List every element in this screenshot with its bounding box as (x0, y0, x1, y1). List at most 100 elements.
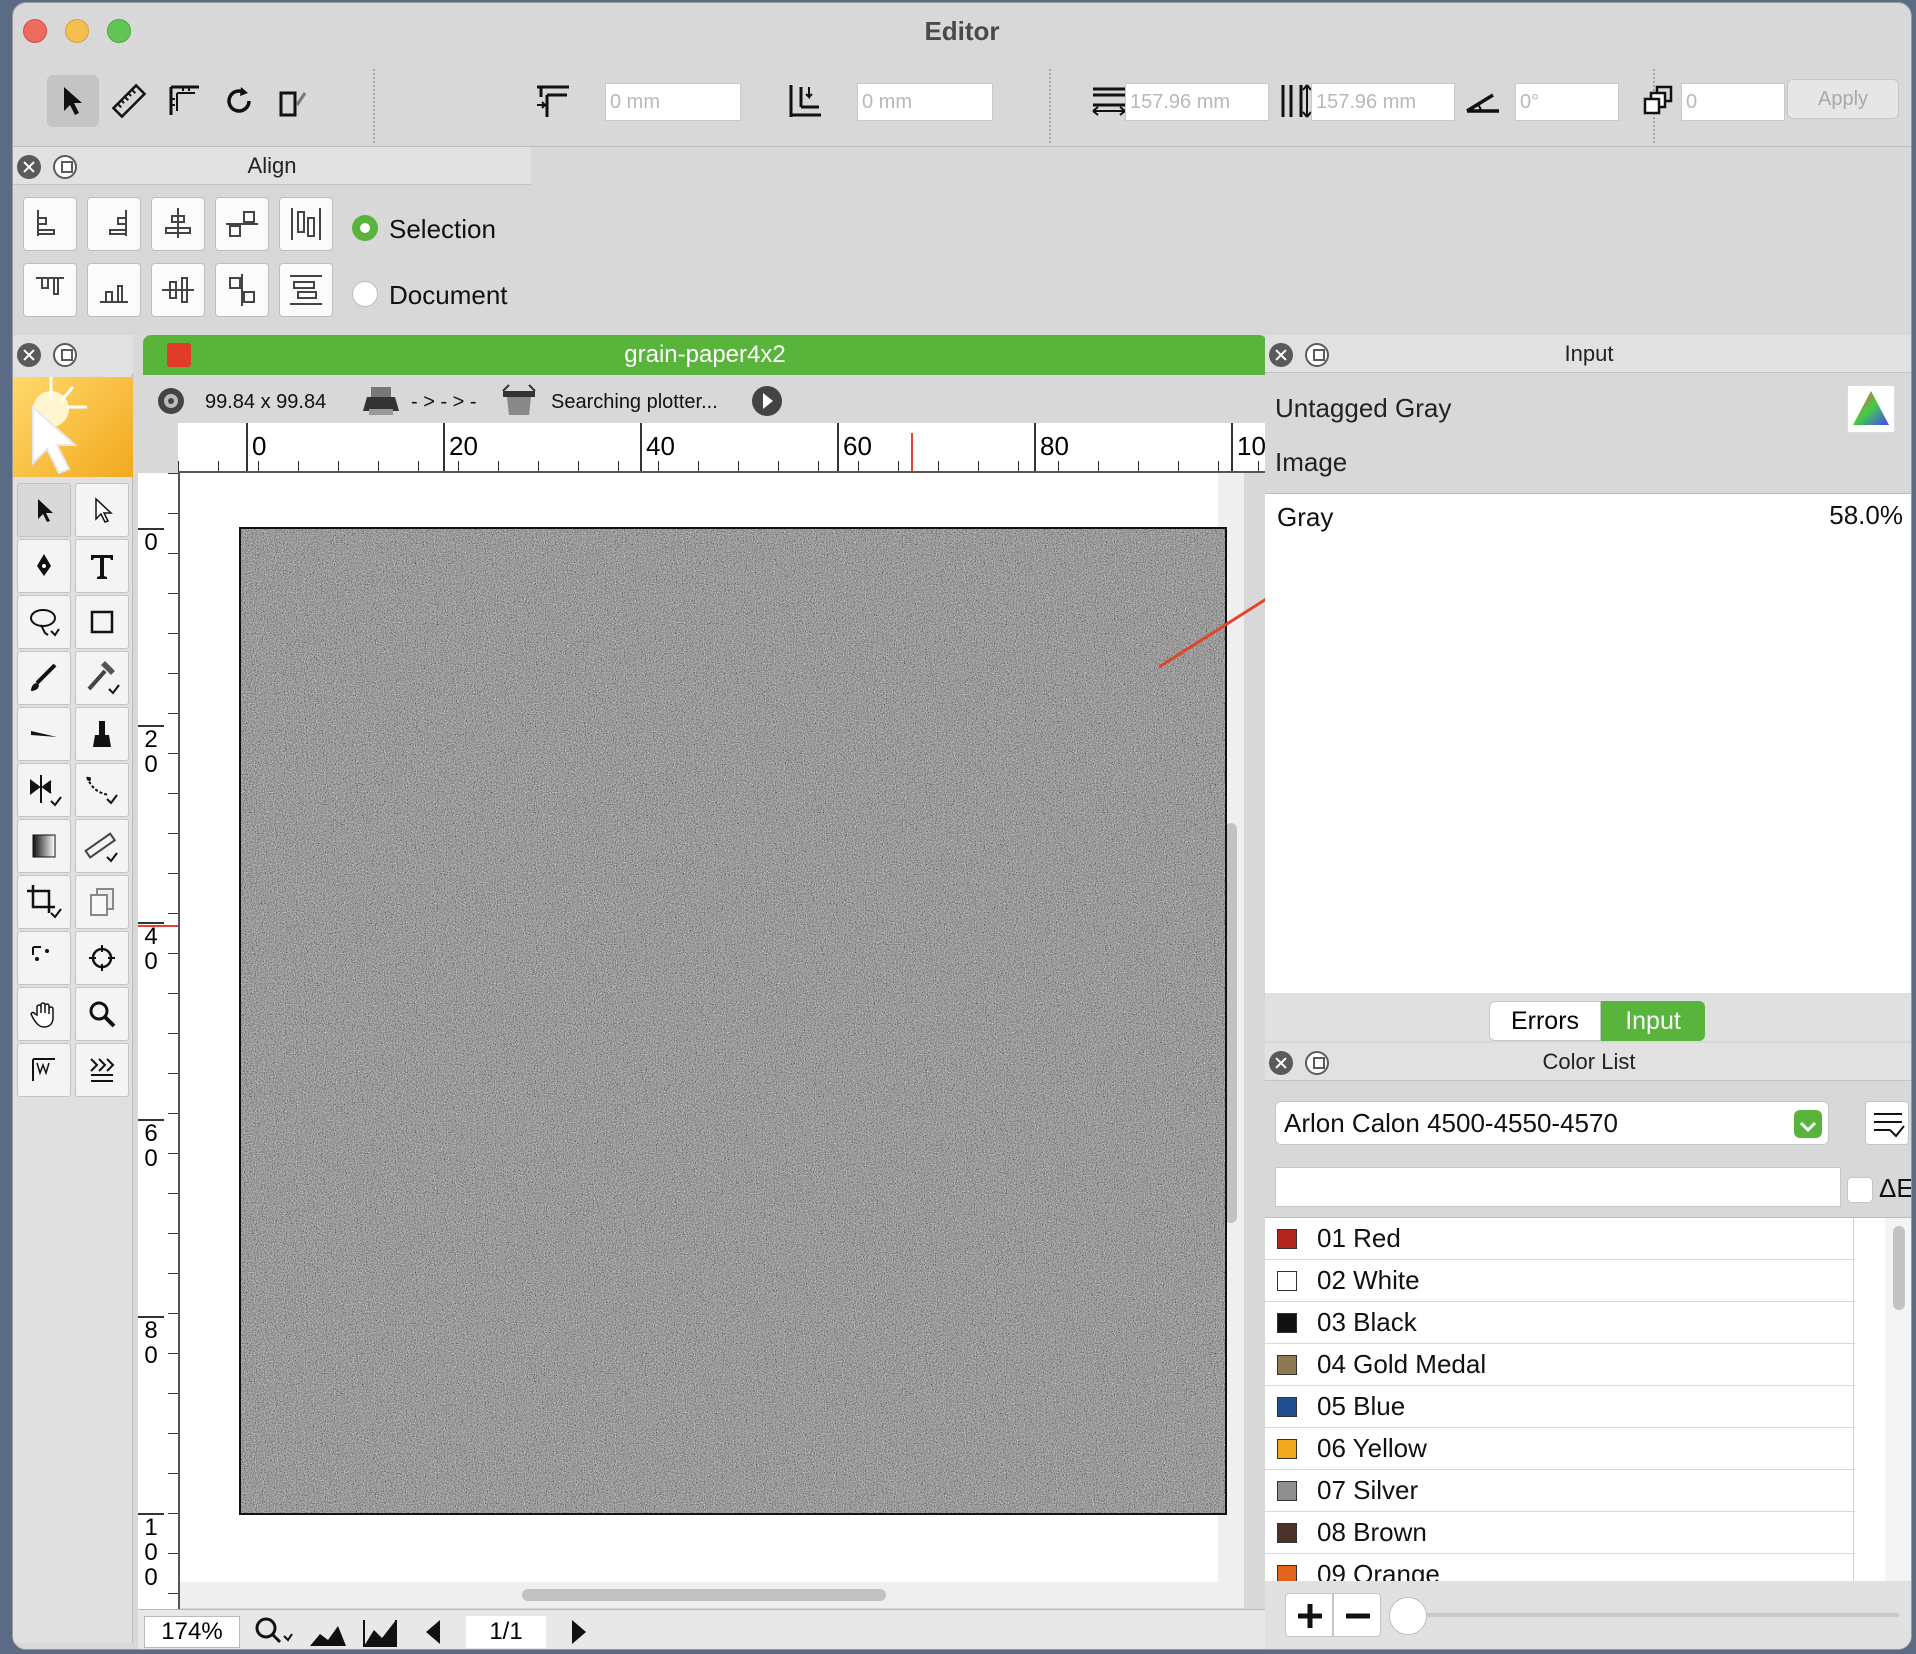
apply-button[interactable]: Apply (1787, 79, 1899, 119)
color-list-scrollbar[interactable] (1885, 1218, 1911, 1581)
height-field[interactable]: 157.96 mm (1311, 83, 1455, 121)
cursor-position-marker (911, 433, 913, 471)
color-item-label: 05 Blue (1317, 1391, 1406, 1421)
grain-image[interactable] (239, 527, 1227, 1515)
color-list-scroll-thumb[interactable] (1893, 1226, 1905, 1310)
chevron-right-icon (572, 1620, 586, 1644)
distribute-vertical-button[interactable] (215, 263, 269, 317)
tab-input[interactable]: Input (1601, 1001, 1705, 1041)
minimize-window-button[interactable] (65, 19, 89, 43)
color-item-04-gold-medal[interactable]: 04 Gold Medal (1265, 1344, 1855, 1386)
add-color-button[interactable] (1285, 1593, 1333, 1637)
hammer-tool[interactable] (75, 651, 129, 705)
fit-width-button[interactable] (306, 1614, 350, 1649)
input-panel-header: Input (1265, 335, 1911, 373)
arrow-pointer-icon (38, 499, 53, 522)
duplicate-tool[interactable] (75, 875, 129, 929)
close-panel-icon[interactable] (17, 343, 41, 367)
copies-field[interactable]: 0 (1681, 83, 1785, 121)
color-library-select[interactable]: Arlon Calon 4500-4550-4570 (1275, 1101, 1829, 1145)
color-item-07-silver[interactable]: 07 Silver (1265, 1470, 1855, 1512)
horizontal-scroll-thumb[interactable] (522, 1589, 886, 1601)
fit-page-button[interactable] (358, 1614, 402, 1649)
weeding-tool[interactable] (75, 1043, 129, 1097)
node-tool[interactable] (75, 763, 129, 817)
crop-tool[interactable] (17, 875, 71, 929)
registration-mark-tool[interactable] (17, 931, 71, 985)
play-icon[interactable] (749, 383, 785, 419)
detach-panel-icon[interactable] (53, 343, 77, 367)
align-center-horizontal-button[interactable] (151, 197, 205, 251)
document-tab[interactable]: grain-paper4x2 (143, 335, 1267, 375)
close-window-button[interactable] (23, 19, 47, 43)
next-page-button[interactable] (558, 1614, 598, 1649)
previous-page-button[interactable] (414, 1614, 454, 1649)
target-tool[interactable] (75, 931, 129, 985)
close-panel-icon[interactable] (1269, 1051, 1293, 1075)
remove-color-button[interactable] (1333, 1593, 1381, 1637)
selection-tool[interactable] (17, 483, 71, 537)
close-panel-icon[interactable] (17, 155, 41, 179)
color-search-input[interactable] (1275, 1167, 1841, 1207)
corner-tool-button[interactable] (159, 75, 211, 127)
knife-tool[interactable] (17, 707, 71, 761)
color-item-03-black[interactable]: 03 Black (1265, 1302, 1855, 1344)
horizontal-scrollbar[interactable] (180, 1582, 1244, 1608)
text-tool[interactable] (75, 539, 129, 593)
weed-border-tool[interactable] (17, 1043, 71, 1097)
color-triangle-icon[interactable] (1847, 385, 1895, 433)
measure-tool-button[interactable] (103, 75, 155, 127)
ruler-label: 40 (646, 431, 675, 461)
mirror-tool[interactable] (17, 763, 71, 817)
tab-errors[interactable]: Errors (1489, 1001, 1601, 1041)
color-item-02-white[interactable]: 02 White (1265, 1260, 1855, 1302)
weed-tool[interactable] (75, 707, 129, 761)
gradient-tool[interactable] (17, 819, 71, 873)
close-panel-icon[interactable] (1269, 343, 1293, 367)
lasso-tool[interactable] (17, 595, 71, 649)
rotate-tool-button[interactable] (213, 75, 265, 127)
align-right-button[interactable] (87, 197, 141, 251)
ruler-label: 60 (138, 1119, 164, 1171)
angle-field[interactable]: 0° (1515, 83, 1619, 121)
hand-tool[interactable] (17, 987, 71, 1041)
select-tool-button[interactable] (47, 75, 99, 127)
swatch-size-slider-track[interactable] (1403, 1613, 1899, 1617)
document-radio[interactable] (352, 281, 378, 307)
color-item-05-blue[interactable]: 05 Blue (1265, 1386, 1855, 1428)
distribute-vertical-spacing-button[interactable] (279, 263, 333, 317)
zoom-level-field[interactable]: 174% (144, 1616, 240, 1648)
zoom-tool[interactable] (75, 987, 129, 1041)
direct-selection-tool[interactable] (75, 483, 129, 537)
y-position-field[interactable]: 0 mm (857, 83, 993, 121)
color-item-01-red[interactable]: 01 Red (1265, 1218, 1855, 1260)
width-field[interactable]: 157.96 mm (1125, 83, 1269, 121)
zoom-menu-button[interactable] (250, 1614, 298, 1649)
detach-panel-icon[interactable] (1305, 1051, 1329, 1075)
pen-tool[interactable] (17, 539, 71, 593)
color-library-value: Arlon Calon 4500-4550-4570 (1284, 1108, 1618, 1138)
zoom-window-button[interactable] (107, 19, 131, 43)
distribute-spacing-button[interactable] (279, 197, 333, 251)
align-top-button[interactable] (23, 263, 77, 317)
rectangle-tool[interactable] (75, 595, 129, 649)
color-item-06-yellow[interactable]: 06 Yellow (1265, 1428, 1855, 1470)
color-item-08-brown[interactable]: 08 Brown (1265, 1512, 1855, 1554)
library-options-button[interactable] (1865, 1101, 1909, 1145)
selection-radio[interactable] (352, 215, 378, 241)
align-left-icon (37, 210, 55, 236)
brush-tool[interactable] (17, 651, 71, 705)
delta-e-checkbox[interactable] (1847, 1177, 1873, 1203)
swatch-size-slider-thumb[interactable] (1389, 1597, 1427, 1635)
distribute-horizontal-button[interactable] (215, 197, 269, 251)
detach-panel-icon[interactable] (1305, 343, 1329, 367)
shear-tool-button[interactable] (267, 75, 319, 127)
align-center-icon (165, 208, 191, 238)
align-bottom-button[interactable] (87, 263, 141, 317)
detach-panel-icon[interactable] (53, 155, 77, 179)
color-item-09-orange[interactable]: 09 Orange (1265, 1554, 1855, 1581)
measure-tool[interactable] (75, 819, 129, 873)
align-center-vertical-button[interactable] (151, 263, 205, 317)
align-left-button[interactable] (23, 197, 77, 251)
x-position-field[interactable]: 0 mm (605, 83, 741, 121)
